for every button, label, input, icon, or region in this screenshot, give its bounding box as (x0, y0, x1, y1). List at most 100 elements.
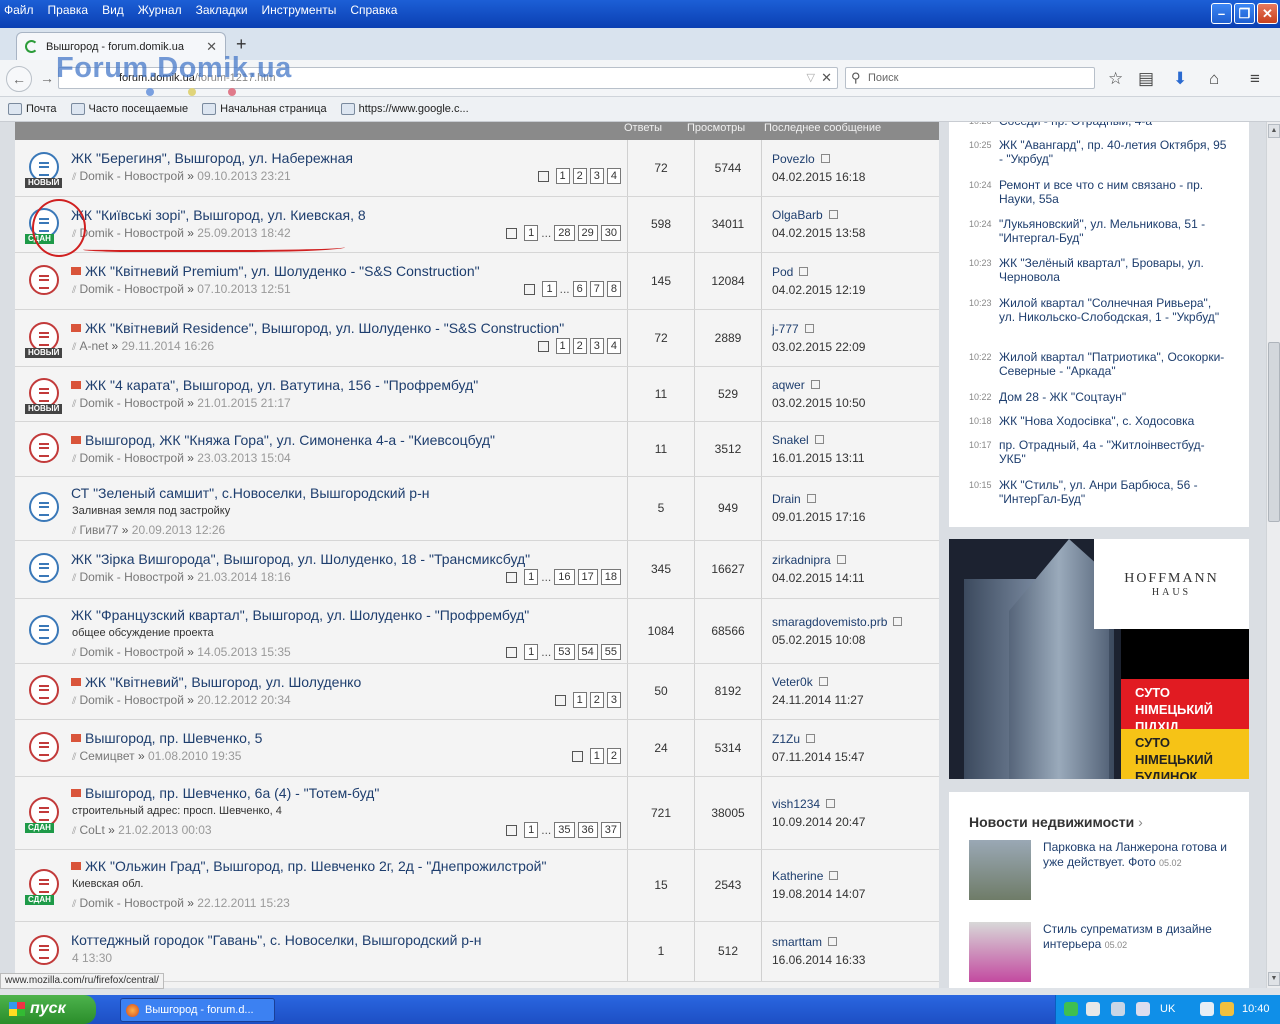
topic-author[interactable]: Domik - Новострой (79, 282, 183, 296)
page-link[interactable]: 1 (524, 569, 539, 585)
page-link[interactable]: 35 (554, 822, 575, 838)
realty-news-item[interactable]: Стиль супрематизм в дизайне интерьера 05… (969, 922, 1234, 982)
page-link[interactable]: 53 (554, 644, 575, 660)
latest-topic-link[interactable]: Ремонт и все что с ним связано - пр. Нау… (999, 178, 1229, 206)
last-post-user[interactable]: zirkadnipra (772, 553, 846, 567)
topic-author[interactable]: Domik - Новострой (79, 396, 183, 410)
topic-author[interactable]: CoLt (79, 823, 104, 837)
page-link[interactable]: 4 (606, 338, 621, 354)
realty-news-link[interactable]: Стиль супрематизм в дизайне интерьера (1043, 922, 1212, 951)
page-link[interactable]: 29 (577, 225, 598, 241)
topic-title-link[interactable]: Коттеджный городок "Гавань", с. Новоселк… (71, 932, 481, 948)
topic-title-link[interactable]: ЖК "Київські зорі", Вышгород, ул. Киевск… (71, 207, 366, 223)
page-link[interactable]: 6 (572, 281, 587, 297)
page-link[interactable]: 3 (589, 168, 604, 184)
search-input[interactable]: ⚲ Поиск (845, 67, 1095, 89)
display-icon[interactable] (1200, 1002, 1214, 1016)
topic-author[interactable]: Domik - Новострой (79, 896, 183, 910)
last-post-user[interactable]: Snakel (772, 433, 824, 447)
page-link[interactable]: 54 (577, 644, 598, 660)
latest-topic-item[interactable]: 10:23 ЖК "Зелёный квартал", Бровары, ул. … (969, 256, 1229, 284)
go-to-post-icon[interactable] (820, 154, 830, 163)
realty-news-item[interactable]: Парковка на Ланжерона готова и уже дейст… (969, 840, 1234, 900)
latest-topic-link[interactable]: "Лукьяновский", ул. Мельникова, 51 - "Ин… (999, 217, 1229, 245)
go-to-post-icon[interactable] (828, 937, 838, 946)
vertical-scrollbar[interactable]: ▲ ▼ (1266, 122, 1280, 988)
topic-author[interactable]: Domik - Новострой (79, 226, 183, 240)
page-link[interactable]: 55 (600, 644, 621, 660)
menu-item[interactable]: Журнал (138, 3, 182, 17)
dropdown-arrow-icon[interactable]: ▽ (807, 71, 815, 84)
topic-title-link[interactable]: ЖК "Квітневий Residence", Вышгород, ул. … (71, 320, 564, 336)
news-thumbnail[interactable] (969, 840, 1031, 900)
latest-topic-link[interactable]: Жилой квартал "Солнечная Ривьера", ул. Н… (999, 296, 1229, 324)
topic-title-link[interactable]: ЖК "4 карата", Вышгород, ул. Ватутина, 1… (71, 377, 478, 393)
latest-topic-item[interactable]: 10:24 "Лукьяновский", ул. Мельникова, 51 … (969, 217, 1229, 245)
page-link[interactable]: 4 (606, 168, 621, 184)
page-link[interactable]: 1 (542, 281, 557, 297)
notification-icon[interactable] (1220, 1002, 1234, 1016)
network-icon[interactable] (1111, 1002, 1125, 1016)
bookmark-item[interactable]: Часто посещаемые (67, 103, 193, 115)
last-post-user[interactable]: vish1234 (772, 797, 836, 811)
menu-item[interactable]: Закладки (196, 3, 248, 17)
topic-title-link[interactable]: Вышгород, ЖК "Княжа Гора", ул. Симоненка… (71, 432, 495, 448)
minimize-button[interactable]: – (1211, 3, 1232, 24)
go-to-post-icon[interactable] (806, 734, 816, 743)
latest-topic-item[interactable]: 10:15 ЖК "Стиль", ул. Анри Барбюса, 56 - … (969, 478, 1229, 506)
topic-author[interactable]: Domik - Новострой (79, 451, 183, 465)
last-post-user[interactable]: Veter0k (772, 675, 828, 689)
page-link[interactable]: 2 (572, 168, 587, 184)
latest-topic-item[interactable]: 10:22 Дом 28 - ЖК "Соцтаун" (969, 390, 1229, 404)
antivirus-icon[interactable] (1086, 1002, 1100, 1016)
page-link[interactable]: 7 (589, 281, 604, 297)
last-post-user[interactable]: smaragdovemisto.prb (772, 615, 903, 629)
menu-item[interactable]: Правка (48, 3, 89, 17)
last-post-user[interactable]: Povezlo (772, 152, 830, 166)
skype-icon[interactable] (1064, 1002, 1078, 1016)
page-link[interactable]: 28 (554, 225, 575, 241)
topic-title-link[interactable]: Вышгород, пр. Шевченко, 6а (4) - "Тотем-… (71, 785, 379, 801)
back-button[interactable]: ← (6, 66, 32, 92)
last-post-user[interactable]: OlgaBarb (772, 208, 838, 222)
taskbar-firefox-item[interactable]: Вышгород - forum.d... (120, 998, 275, 1022)
bookmark-item[interactable]: Начальная страница (198, 103, 330, 115)
go-to-post-icon[interactable] (829, 871, 839, 880)
topic-author[interactable]: Domik - Новострой (79, 693, 183, 707)
page-link[interactable]: 1 (572, 692, 587, 708)
volume-icon[interactable] (1136, 1002, 1150, 1016)
latest-topic-item[interactable]: 10:18 ЖК "Нова Ходосівка", с. Ходосовка (969, 414, 1229, 428)
page-link[interactable]: 1 (589, 748, 604, 764)
close-window-button[interactable]: ✕ (1257, 3, 1278, 24)
last-post-user[interactable]: Pod (772, 265, 809, 279)
latest-topic-item[interactable]: 10:22 Жилой квартал "Патриотика", Осокорк… (969, 350, 1229, 378)
last-post-user[interactable]: smarttam (772, 935, 838, 949)
page-link[interactable]: 1 (524, 225, 539, 241)
topic-title-link[interactable]: СТ "Зеленый самшит", с.Новоселки, Вышгор… (71, 485, 429, 501)
bookmarks-list-icon[interactable]: ▤ (1138, 69, 1154, 89)
latest-topic-link[interactable]: пр. Отрадный, 4а - "Житлоінвестбуд-УКБ" (999, 438, 1229, 466)
latest-topic-link[interactable]: ЖК "Зелёный квартал", Бровары, ул. Черно… (999, 256, 1229, 284)
go-to-post-icon[interactable] (893, 617, 903, 626)
scrollbar-thumb[interactable] (1268, 342, 1280, 522)
realty-news-link[interactable]: Парковка на Ланжерона готова и уже дейст… (1043, 840, 1227, 869)
go-to-post-icon[interactable] (826, 799, 836, 808)
topic-title-link[interactable]: Вышгород, пр. Шевченко, 5 (71, 730, 262, 746)
topic-author[interactable]: Domik - Новострой (79, 169, 183, 183)
stop-icon[interactable]: ✕ (821, 70, 832, 86)
topic-title-link[interactable]: ЖК "Берегиня", Вышгород, ул. Набережная (71, 150, 353, 166)
page-link[interactable]: 3 (606, 692, 621, 708)
go-to-post-icon[interactable] (828, 210, 838, 219)
page-link[interactable]: 2 (606, 748, 621, 764)
advertisement-banner[interactable]: HOFFMANN HAUS СУТО НІМЕЦЬКИЙ ПІДХІД СУТО… (949, 539, 1249, 779)
latest-topic-link[interactable]: ЖК "Стиль", ул. Анри Барбюса, 56 - "Инте… (999, 478, 1229, 506)
topic-title-link[interactable]: ЖК "Зірка Вишгорода", Вышгород, ул. Шолу… (71, 551, 530, 567)
latest-topic-link[interactable]: ЖК "Авангард", пр. 40-летия Октября, 95 … (999, 138, 1229, 166)
last-post-user[interactable]: aqwer (772, 378, 820, 392)
language-indicator[interactable]: UK (1160, 1003, 1175, 1015)
topic-title-link[interactable]: ЖК "Французский квартал", Вышгород, ул. … (71, 607, 529, 623)
latest-topic-link[interactable]: Соседи - пр. Отрадный, 4-а (999, 122, 1152, 128)
topic-author[interactable]: A-net (79, 339, 108, 353)
go-to-post-icon[interactable] (818, 677, 828, 686)
menu-item[interactable]: Справка (350, 3, 397, 17)
